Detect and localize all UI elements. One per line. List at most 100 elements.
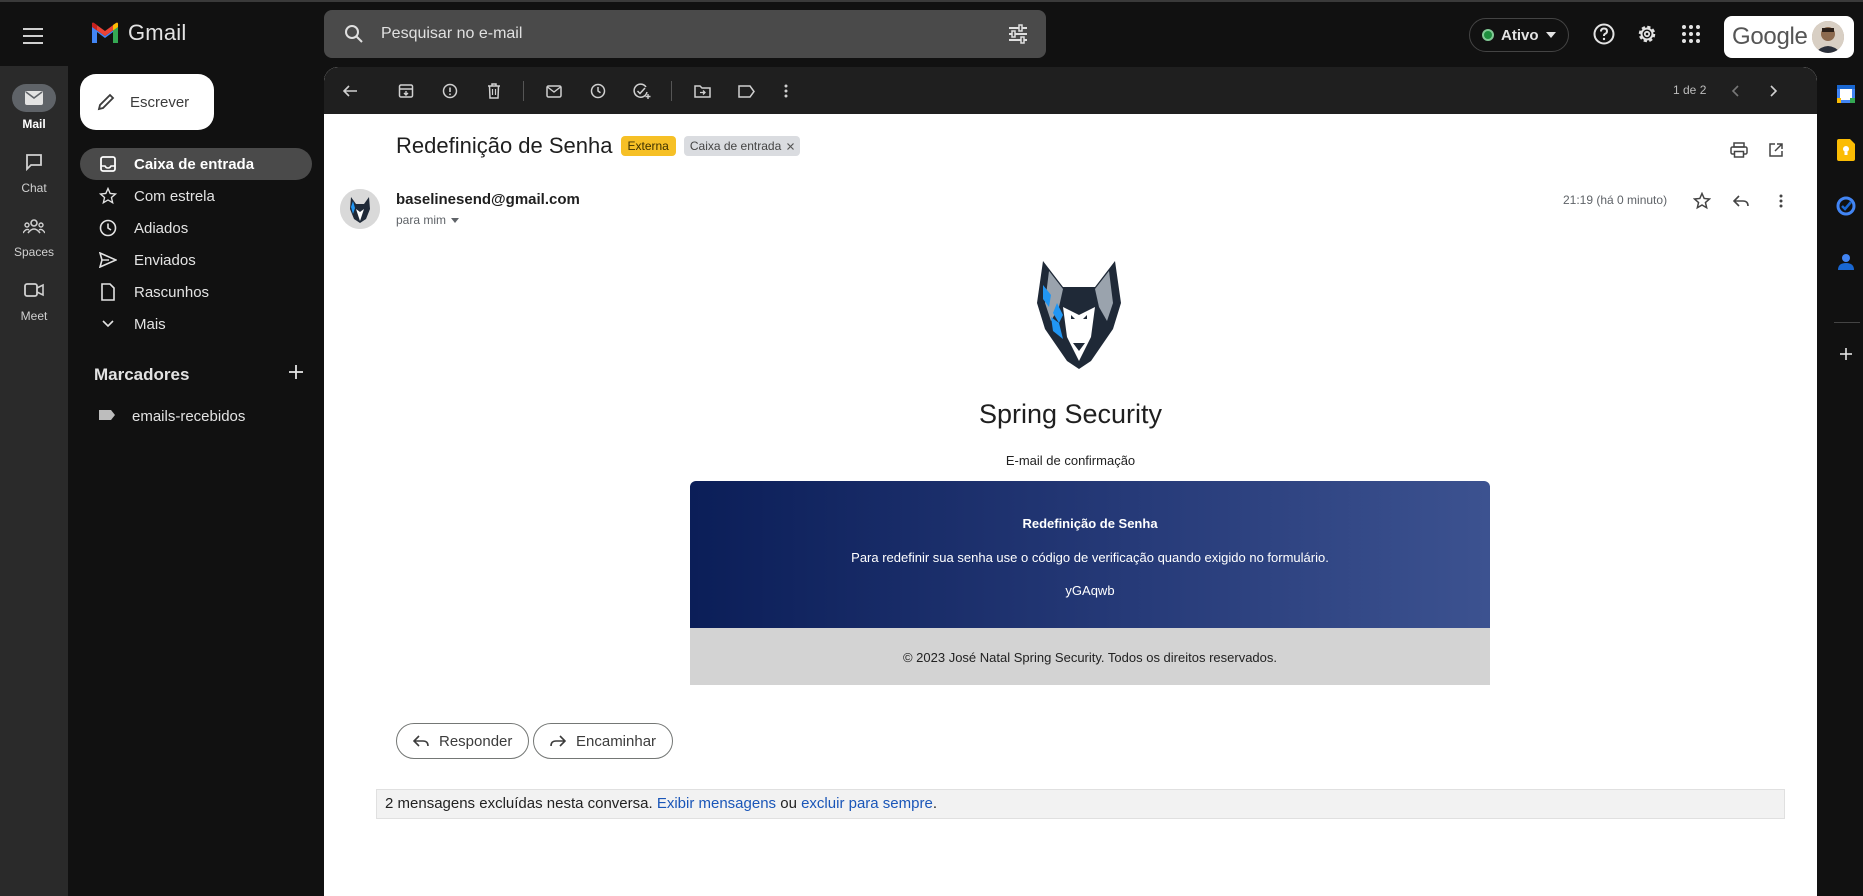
- newer-button[interactable]: [1723, 79, 1747, 103]
- arrow-back-icon: [342, 85, 357, 97]
- settings-button[interactable]: [1633, 20, 1661, 48]
- search-bar[interactable]: Pesquisar no e-mail: [324, 10, 1046, 58]
- side-panel-rail: [1830, 66, 1863, 896]
- calendar-app-button[interactable]: [1834, 82, 1858, 106]
- chat-icon: [26, 154, 42, 171]
- sidebar-item-starred[interactable]: Com estrela: [80, 180, 312, 212]
- main-menu-button[interactable]: [14, 16, 54, 56]
- sidebar-item-inbox[interactable]: Caixa de entrada: [80, 148, 312, 180]
- mail-icon: [25, 91, 43, 105]
- rail-label-mail: Mail: [22, 117, 46, 131]
- search-icon[interactable]: [342, 22, 366, 51]
- sidebar-item-more[interactable]: Mais: [80, 308, 312, 340]
- status-dropdown[interactable]: Ativo: [1469, 18, 1569, 52]
- add-label-button[interactable]: [288, 364, 304, 385]
- spaces-icon: [23, 219, 45, 234]
- labels-header: Marcadores: [94, 364, 304, 385]
- inbox-label-chip[interactable]: Caixa de entrada: [683, 136, 801, 156]
- toolbar-divider: [671, 81, 672, 101]
- forward-action-button[interactable]: Encaminhar: [533, 723, 674, 759]
- help-button[interactable]: [1590, 20, 1618, 48]
- rail-divider: [1834, 322, 1860, 323]
- sidebar-item-label: Caixa de entrada: [134, 155, 255, 173]
- gear-icon: [1638, 25, 1656, 43]
- avatar: [1811, 21, 1844, 53]
- rail-meet-pill: [12, 276, 56, 304]
- account-button[interactable]: Google: [1724, 16, 1854, 58]
- delete-forever-link[interactable]: excluir para sempre: [801, 795, 933, 812]
- clock-icon: [590, 83, 606, 99]
- get-addons-button[interactable]: [1834, 342, 1858, 366]
- recipient-text: para mim: [396, 213, 447, 227]
- message-time: 21:19 (há 0 minuto): [1563, 193, 1668, 207]
- apps-button[interactable]: [1677, 20, 1705, 48]
- card-title: Redefinição de Senha: [1022, 516, 1158, 531]
- sidebar-item-sent[interactable]: Enviados: [80, 244, 312, 276]
- rail-item-spaces[interactable]: Spaces: [0, 212, 68, 259]
- sidebar-item-label: Adiados: [134, 219, 189, 237]
- print-button[interactable]: [1728, 139, 1750, 161]
- labels-button[interactable]: [734, 79, 758, 103]
- gmail-logo[interactable]: Gmail: [90, 20, 186, 46]
- tasks-app-button[interactable]: [1834, 194, 1858, 218]
- gmail-m-icon: [92, 22, 118, 43]
- star-button[interactable]: [1690, 189, 1714, 213]
- compose-button[interactable]: Escrever: [80, 74, 214, 130]
- meet-icon: [24, 283, 44, 297]
- search-input[interactable]: Pesquisar no e-mail: [381, 25, 522, 43]
- move-folder-icon: [693, 85, 711, 98]
- chevron-left-icon: [1731, 85, 1739, 97]
- back-button[interactable]: [338, 79, 362, 103]
- print-icon: [1730, 142, 1748, 158]
- keep-app-button[interactable]: [1834, 138, 1858, 162]
- draft-icon: [98, 282, 118, 302]
- brand-subtitle: E-mail de confirmação: [1005, 453, 1136, 468]
- rail-item-meet[interactable]: Meet: [0, 276, 68, 323]
- card-text: Para redefinir sua senha use o código de…: [851, 550, 1329, 565]
- label-outline-icon: [737, 84, 755, 98]
- caret-down-icon: [451, 217, 460, 223]
- rail-spaces-pill: [12, 212, 56, 240]
- archive-button[interactable]: [394, 79, 418, 103]
- reply-action-button[interactable]: Responder: [396, 723, 530, 759]
- mark-unread-button[interactable]: [542, 79, 566, 103]
- forward-label: Encaminhar: [576, 732, 657, 750]
- gmail-app: Gmail Pesquisar no e-mail Ativo Google M…: [0, 0, 1863, 896]
- add-task-button[interactable]: [630, 79, 654, 103]
- google-logo-text: Google: [1732, 23, 1808, 50]
- reply-label: Responder: [439, 732, 513, 750]
- notice-text: 2 mensagens excluídas nesta conversa.: [385, 795, 653, 812]
- sidebar-item-emails-recebidos[interactable]: emails-recebidos: [80, 400, 312, 432]
- rail-item-chat[interactable]: Chat: [0, 148, 68, 195]
- chevron-down-icon: [98, 314, 118, 334]
- contacts-app-button[interactable]: [1834, 250, 1858, 274]
- search-options-icon[interactable]: [1006, 22, 1030, 51]
- open-in-new-icon: [1769, 143, 1783, 157]
- sidebar-item-label: Mais: [134, 315, 166, 333]
- move-to-button[interactable]: [690, 79, 714, 103]
- sidebar-item-drafts[interactable]: Rascunhos: [80, 276, 312, 308]
- show-messages-link[interactable]: Exibir mensagens: [657, 795, 776, 812]
- snooze-button[interactable]: [586, 79, 610, 103]
- delete-button[interactable]: [482, 79, 506, 103]
- sender-email[interactable]: baselinesend@gmail.com: [396, 191, 580, 208]
- contacts-icon: [1838, 254, 1854, 270]
- close-icon[interactable]: [787, 142, 795, 150]
- open-new-window-button[interactable]: [1765, 139, 1787, 161]
- rail-label-chat: Chat: [21, 181, 47, 195]
- rail-item-mail[interactable]: Mail: [0, 84, 68, 131]
- status-label: Ativo: [1501, 26, 1539, 44]
- recipient-details[interactable]: para mim: [396, 213, 460, 227]
- archive-icon: [398, 84, 414, 98]
- sender-avatar[interactable]: [340, 189, 380, 229]
- external-badge: Externa: [620, 136, 676, 156]
- sidebar-item-snoozed[interactable]: Adiados: [80, 212, 312, 244]
- more-actions-button[interactable]: [774, 79, 798, 103]
- report-spam-button[interactable]: [438, 79, 462, 103]
- tasks-icon: [1836, 196, 1856, 216]
- message-more-button[interactable]: [1769, 189, 1793, 213]
- inbox-icon: [98, 154, 118, 174]
- older-button[interactable]: [1762, 79, 1786, 103]
- reply-button[interactable]: [1729, 189, 1753, 213]
- apps-grid-icon: [1682, 25, 1700, 43]
